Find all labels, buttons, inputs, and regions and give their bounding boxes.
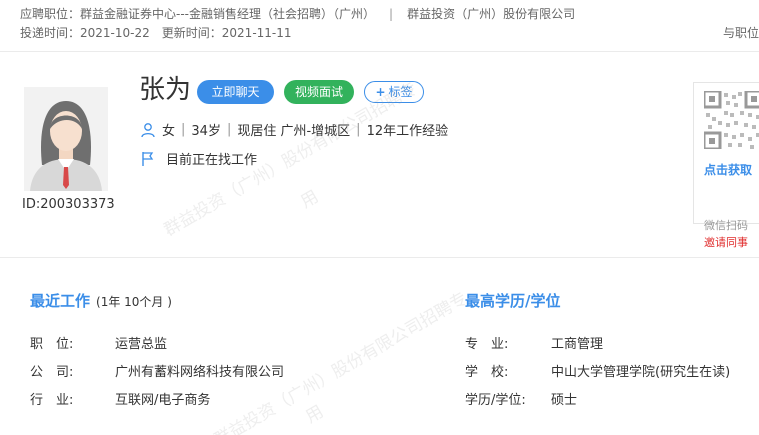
education-title: 最高学历/学位 [465,292,561,310]
qr-fetch-link[interactable]: 点击获取 [704,161,752,178]
video-interview-button[interactable]: 视频面试 [284,80,354,104]
flag-icon [142,151,154,166]
work-industry-label: 行 业: [30,393,74,408]
apply-time: 2021-10-22 [80,26,150,40]
tag-button-label: 标签 [388,85,413,99]
update-time-label: 更新时间： [161,26,222,40]
edu-school-value: 中山大学管理学院(研究生在读) [551,365,731,380]
work-experience: 12年工作经验 [366,124,449,139]
chat-now-button[interactable]: 立即聊天 [197,80,274,104]
qr-wechat-hint: 微信扫码 [704,219,748,232]
timestamps-line: 投递时间：2021-10-22 更新时间：2021-11-11 [20,24,292,41]
position-value: 群益金融证券中心---金融销售经理（社会招聘）（广州） [80,7,376,21]
add-tag-button[interactable]: + 标签 [364,81,424,103]
gender: 女 [162,124,176,139]
work-industry-value: 互联网/电子商务 [115,393,211,408]
work-position-label: 职 位: [30,337,74,352]
age: 34岁 [191,124,221,139]
edu-degree-label: 学历/学位: [465,393,526,408]
edu-degree-value: 硕士 [551,393,578,408]
basic-info-row: 女 | 34岁 | 现居住 广州-增城区 | 12年工作经验 [140,120,448,139]
position-label: 应聘职位： [20,7,81,21]
avatar [24,87,108,191]
edu-major-value: 工商管理 [551,337,604,352]
work-position-value: 运营总监 [115,337,168,352]
work-duration: (1年 10个月 ) [96,295,172,309]
female-avatar-icon [24,87,108,191]
work-company-value: 广州有蓄料网络科技有限公司 [115,365,285,380]
job-status: 目前正在找工作 [166,153,258,168]
application-header: 应聘职位：群益金融证券中心---金融销售经理（社会招聘）（广州） | 群益投资（广州… [0,0,759,52]
location: 现居住 广州-增城区 [237,124,351,139]
apply-time-label: 投递时间： [20,26,81,40]
candidate-name: 张为 [139,75,192,105]
applied-position-line: 应聘职位：群益金融证券中心---金融销售经理（社会招聘）（广州） | 群益投资（广州… [20,5,575,22]
header-separator: | [389,7,394,21]
watermark-bottom: 群益投资（广州）股份有限公司招聘专 [210,288,471,435]
job-status-row: 目前正在找工作 [140,149,257,168]
edu-school-label: 学 校: [465,365,509,380]
qr-code-icon [704,91,759,149]
update-time: 2021-11-11 [221,26,292,40]
qr-invite-link[interactable]: 邀请同事 [704,234,748,250]
watermark-bottom-tail: 用 [302,401,328,428]
recent-work-title: 最近工作 (1年 10个月 ) [30,290,172,311]
qr-panel[interactable]: 点击获取 微信扫码 邀请同事 [693,82,759,249]
recent-work-heading: 最近工作 [30,292,91,310]
candidate-profile: ID:200303373 张为 立即聊天 视频面试 + 标签 女 | 34岁 | … [0,53,759,258]
work-company-label: 公 司: [30,365,74,380]
company-name: 群益投资（广州）股份有限公司 [407,7,576,21]
match-position-link[interactable]: 与职位 [723,24,759,41]
candidate-id: ID:200303373 [22,197,115,212]
person-icon [141,122,155,137]
plus-icon: + [375,85,386,99]
edu-major-label: 专 业: [465,337,509,352]
